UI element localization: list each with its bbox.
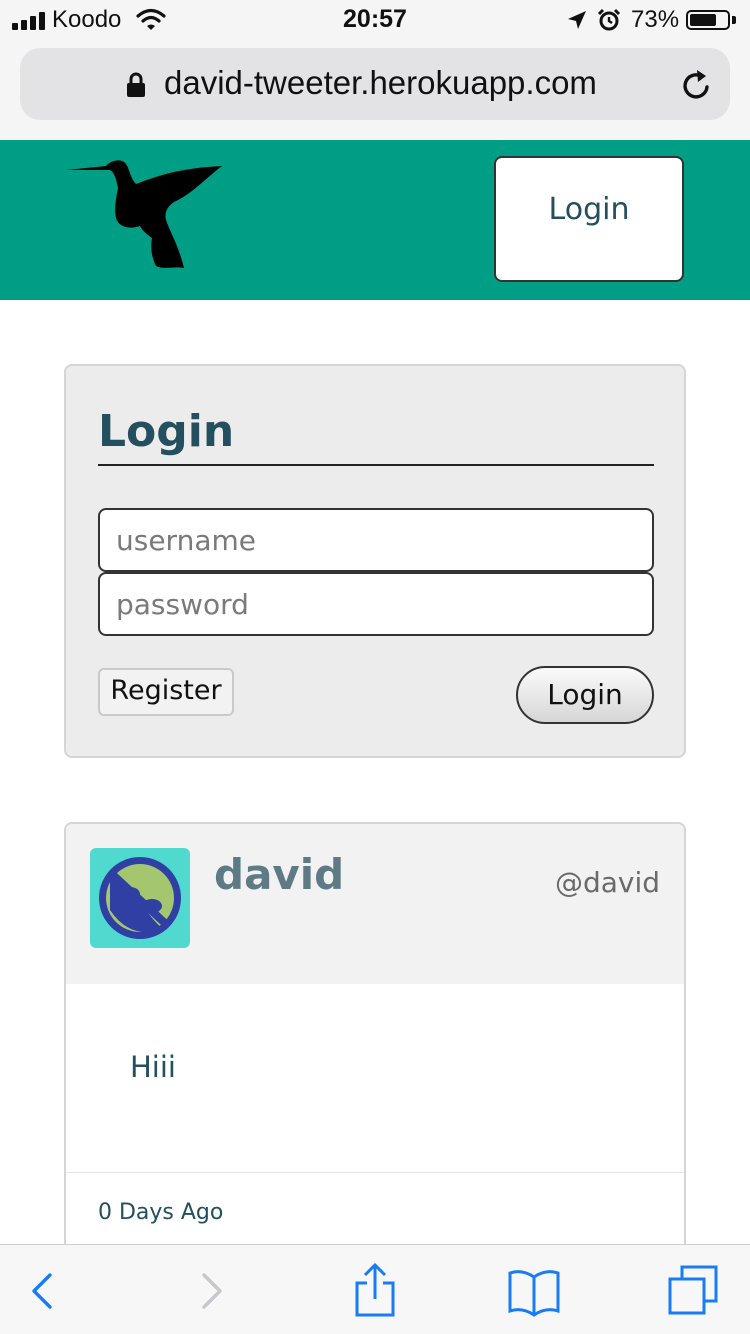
tweet-text: Hiii	[130, 1050, 176, 1084]
hummingbird-logo-icon[interactable]	[66, 158, 224, 272]
battery-percent: 73%	[631, 6, 680, 33]
forward-icon[interactable]	[184, 1263, 240, 1319]
url-text[interactable]: david-tweeter.herokuapp.com	[164, 64, 597, 102]
login-card: Login Register Login	[64, 364, 686, 758]
battery-icon	[686, 10, 730, 30]
address-bar[interactable]: david-tweeter.herokuapp.com	[20, 48, 730, 120]
bookmarks-icon[interactable]	[506, 1263, 562, 1319]
password-input[interactable]	[98, 572, 654, 636]
tweet-card: david @david Hiii 0 Days Ago	[64, 822, 686, 1262]
avatar[interactable]	[90, 848, 190, 948]
tweet-timestamp: 0 Days Ago	[98, 1200, 224, 1225]
login-heading: Login	[98, 406, 235, 457]
status-bar: Koodo 20:57 73%	[0, 0, 750, 40]
site-header: Login	[0, 140, 750, 300]
tweet-header: david @david	[66, 824, 684, 984]
login-submit-button[interactable]: Login	[516, 666, 654, 724]
reload-icon[interactable]	[680, 68, 714, 102]
share-icon[interactable]	[347, 1263, 403, 1319]
battery-level-fill	[690, 14, 716, 26]
battery-tip	[732, 16, 736, 24]
browser-bottom-toolbar	[0, 1244, 750, 1334]
login-heading-divider	[98, 464, 654, 466]
tabs-icon[interactable]	[666, 1263, 722, 1319]
sunglasses-avatar-icon	[99, 857, 181, 939]
location-arrow-icon	[568, 11, 586, 29]
register-button[interactable]: Register	[98, 668, 234, 716]
back-icon[interactable]	[16, 1263, 72, 1319]
alarm-icon	[597, 8, 621, 31]
username-input[interactable]	[98, 508, 654, 572]
lock-icon	[127, 72, 145, 97]
tweet-author-name[interactable]: david	[214, 850, 344, 899]
tweet-author-handle[interactable]: @david	[555, 866, 660, 899]
browser-top-bar: david-tweeter.herokuapp.com	[0, 40, 750, 140]
header-login-button[interactable]: Login	[494, 156, 684, 282]
tweet-divider	[66, 1172, 684, 1173]
